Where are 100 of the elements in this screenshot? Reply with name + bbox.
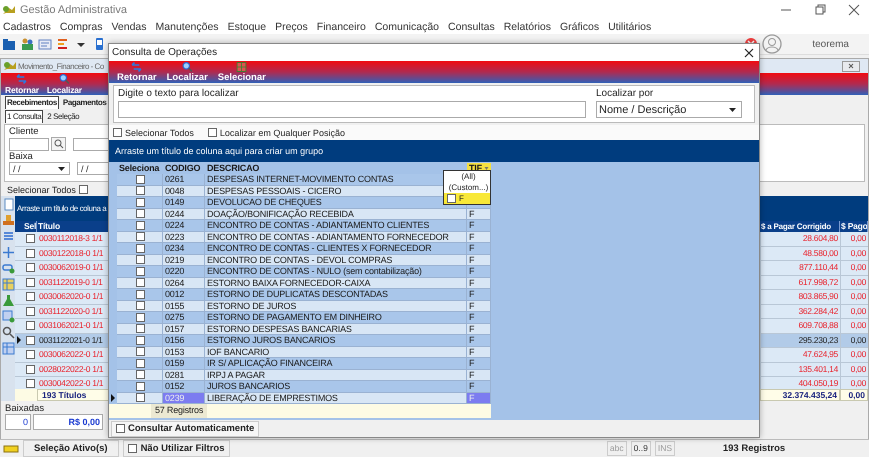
table-row[interactable]: 0244 DOAÇÃO/BONIFICAÇÃO RECEBIDA F <box>109 208 491 220</box>
checkbox[interactable] <box>136 174 145 184</box>
table-row[interactable]: 0223 ENCONTRO DE CONTAS - ADIANTAMENTO FORNECEDOR F <box>109 232 491 243</box>
checkbox[interactable] <box>136 347 145 356</box>
checkbox[interactable] <box>136 255 145 264</box>
menu-item[interactable]: Manutenções <box>156 20 219 33</box>
column-header[interactable]: CODIGO <box>163 163 205 174</box>
checkbox[interactable] <box>128 444 137 453</box>
menu-item[interactable]: Comunicação <box>374 20 440 33</box>
checkbox[interactable] <box>136 324 145 334</box>
checkbox[interactable] <box>26 292 34 302</box>
menu-item[interactable]: Preços <box>275 20 308 33</box>
menu-item[interactable]: Financeiro <box>316 20 366 33</box>
input-field[interactable]: 0 <box>5 414 31 430</box>
menu-item[interactable]: Vendas <box>111 20 147 33</box>
add-table-icon[interactable] <box>2 310 14 323</box>
checkbox[interactable] <box>136 358 145 368</box>
menu-item[interactable]: Utilitários <box>608 20 652 33</box>
table-row[interactable]: 0264 ESTORNO BAIXA FORNECEDOR-CAIXA F <box>109 278 491 289</box>
user-avatar-icon[interactable] <box>762 34 782 54</box>
close-icon[interactable] <box>743 46 755 58</box>
date-field[interactable]: / / <box>9 162 70 175</box>
dropdown-item[interactable]: F <box>444 193 490 204</box>
table-row[interactable]: 0152 JUROS BANCARIOS F <box>109 381 491 392</box>
table-row[interactable]: 0155 ESTORNO DE JUROS F <box>109 300 491 312</box>
table-row[interactable]: 0281 IRPJ A PAGAR F <box>109 370 491 381</box>
checkbox[interactable] <box>136 209 145 218</box>
checkbox[interactable] <box>26 306 34 316</box>
checkbox[interactable] <box>26 248 34 258</box>
checkbox[interactable] <box>26 350 34 360</box>
checkbox[interactable] <box>26 364 34 374</box>
menu-item[interactable]: Relatórios <box>504 20 551 33</box>
dropdown[interactable]: Nome / Descrição <box>596 101 742 118</box>
bars-icon[interactable] <box>56 37 70 51</box>
column-header[interactable]: Seleciona <box>117 163 163 174</box>
table-row[interactable]: 0234 ENCONTRO DE CONTAS - CLIENTES X FORNECEDOR F <box>109 243 491 254</box>
table-row[interactable]: 0157 ESTORNO DESPESAS BANCARIAS F <box>109 324 491 335</box>
checkbox[interactable] <box>447 194 456 203</box>
table-row[interactable]: 0012 ESTORNO DE DUPLICATAS DESCONTADAS F <box>109 289 491 300</box>
menu-item[interactable]: Gráficos <box>560 20 600 33</box>
table-row[interactable]: 0239 LIBERAÇÃO DE EMPRESTIMOS F <box>109 392 491 404</box>
checkbox[interactable] <box>208 128 217 137</box>
checkbox[interactable] <box>136 186 145 196</box>
checkbox[interactable] <box>136 312 145 322</box>
people-icon[interactable] <box>20 37 34 51</box>
card-icon[interactable] <box>38 37 52 51</box>
menu-item[interactable]: Compras <box>60 20 102 33</box>
search-icon[interactable] <box>2 326 14 339</box>
checkbox[interactable] <box>136 382 145 391</box>
toolbar-button[interactable]: Localizar <box>44 73 84 95</box>
checkbox[interactable] <box>78 185 88 194</box>
input-field[interactable] <box>9 138 49 150</box>
checkbox[interactable] <box>26 234 34 244</box>
table-icon[interactable] <box>2 342 14 355</box>
checkbox[interactable] <box>26 321 34 330</box>
search-button[interactable] <box>51 137 66 151</box>
list-icon[interactable] <box>2 230 14 243</box>
folder-icon[interactable] <box>2 37 16 51</box>
checkbox[interactable] <box>113 128 122 137</box>
checkbox[interactable] <box>26 379 34 388</box>
checkbox[interactable] <box>26 263 34 272</box>
tab[interactable]: Recebimentos <box>5 96 59 109</box>
table-icon[interactable] <box>2 278 14 291</box>
menu-item[interactable]: Cadastros <box>3 20 51 33</box>
document-icon[interactable] <box>2 198 14 211</box>
tab[interactable]: 2 Seleção <box>45 110 82 123</box>
toolbar-button[interactable]: Retornar <box>3 73 41 95</box>
checkbox[interactable] <box>136 266 145 276</box>
stamp-icon[interactable] <box>2 214 14 227</box>
table-row[interactable]: 0219 ENCONTRO DE CONTAS - DEVOL COMPRAS F <box>109 254 491 266</box>
table-row[interactable]: 0159 IR S/ APLICAÇÃO FINANCEIRA F <box>109 358 491 370</box>
checkbox[interactable] <box>26 278 34 287</box>
checkbox[interactable] <box>26 336 34 345</box>
table-row[interactable]: 0156 ESTORNO JUROS BANCARIOS F <box>109 335 491 346</box>
menu-item[interactable]: Consultas <box>448 20 495 33</box>
checkbox[interactable] <box>136 370 145 380</box>
dropdown-item[interactable]: (All) <box>444 171 490 182</box>
toolbar-button[interactable]: Retornar <box>113 61 161 83</box>
checkbox[interactable] <box>136 198 145 207</box>
table-row[interactable]: 0275 ESTORNO DE PAGAMENTO EM DINHEIRO F <box>109 312 491 324</box>
link-icon[interactable] <box>2 262 14 275</box>
tab[interactable]: Pagamentos <box>60 96 108 109</box>
checkbox[interactable] <box>136 290 145 299</box>
checkbox[interactable] <box>136 244 145 253</box>
search-field[interactable] <box>118 101 586 118</box>
table-row[interactable]: 0224 ENCONTRO DE CONTAS - ADIANTAMENTO CLIENTES F <box>109 220 491 232</box>
checkbox[interactable] <box>136 278 145 288</box>
toolbar-button[interactable]: Selecionar <box>214 61 270 83</box>
tab[interactable]: 1 Consulta <box>5 110 44 123</box>
checkbox[interactable] <box>136 393 145 402</box>
toolbar-button[interactable]: Localizar <box>162 61 212 83</box>
table-row[interactable]: 0153 IOF BANCARIO F <box>109 346 491 358</box>
checkbox[interactable] <box>116 424 125 433</box>
checkbox[interactable] <box>136 220 145 230</box>
column-header[interactable]: DESCRICAO <box>205 163 467 174</box>
checkbox[interactable] <box>136 232 145 242</box>
checkbox[interactable] <box>136 301 145 310</box>
table-row[interactable]: 0220 ENCONTRO DE CONTAS - NULO (sem contabilização) F <box>109 266 491 278</box>
input-field[interactable]: R$ 0,00 <box>33 414 103 430</box>
menu-item[interactable]: Estoque <box>228 20 266 33</box>
